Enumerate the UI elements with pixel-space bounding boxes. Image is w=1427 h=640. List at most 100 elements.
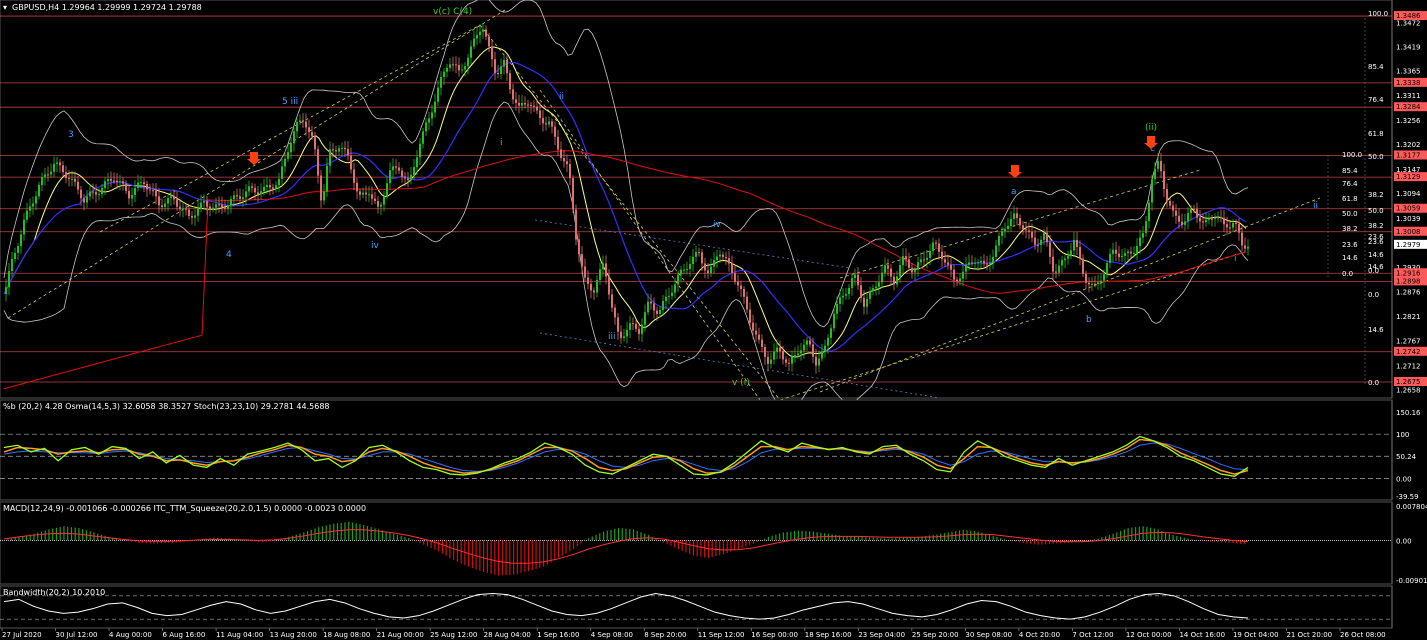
candle-body (1199, 217, 1201, 222)
candle-body (623, 336, 625, 338)
candle-body (1112, 249, 1114, 254)
candle-body (1196, 209, 1198, 218)
candle-body (287, 152, 289, 159)
candle-body (1160, 161, 1162, 172)
candle-body (20, 234, 22, 247)
candle-body (620, 331, 622, 338)
candle-body (911, 267, 913, 273)
candle-body (221, 204, 223, 207)
candle-body (1073, 239, 1075, 251)
candle-body (791, 356, 793, 364)
candle-body (920, 259, 922, 263)
candle-body (1091, 283, 1093, 285)
macd-tick-label: 0.00 (1396, 537, 1412, 545)
candle-body (1001, 231, 1003, 236)
wave-label: i (1234, 254, 1237, 264)
bandwidth-panel[interactable]: Bandwidth(20,2) 10.2010 (0, 585, 1393, 629)
candle-body (23, 219, 25, 235)
collapse-triangle-icon[interactable]: ▾ (3, 3, 7, 12)
main-header: GBPUSD,H4 1.29964 1.29999 1.29724 1.2978… (12, 3, 202, 12)
candle-body (161, 205, 163, 207)
fib-level-label: 14.6 (1368, 251, 1384, 259)
candle-body (29, 206, 31, 211)
price-axis[interactable]: 1.3472 1.3419 1.3365 1.3311 1.3256 1.3202 1.31… (1391, 0, 1427, 398)
candle-body (356, 182, 358, 192)
time-tick-label: 8 Sep 20:00 (644, 631, 686, 639)
time-tick-label: 21 Oct 20:00 (1286, 631, 1332, 639)
candle-body (1097, 282, 1099, 284)
fib-level-label: 100.0 (1368, 10, 1388, 18)
candle-body (1100, 280, 1102, 283)
candle-body (239, 196, 241, 199)
candle-body (1226, 224, 1228, 228)
stoch-header: %b (20,2) 4.28 Osma(14,5,3) 32.6058 38.3… (3, 402, 330, 411)
candle-body (686, 269, 688, 271)
candle-body (377, 200, 379, 207)
candle-body (1202, 221, 1204, 223)
candle-body (437, 87, 439, 102)
candle-body (119, 181, 121, 183)
candle-body (1034, 237, 1036, 245)
price-tick-label: 1.3094 (1396, 190, 1421, 198)
candle-body (278, 178, 280, 186)
macd-panel[interactable]: 0.007804 0.00 -0.009012 MACD(12,24,9) -0.0… (0, 501, 1427, 585)
wave-label: a (1011, 187, 1017, 197)
candle-body (284, 158, 286, 167)
candle-body (1052, 256, 1054, 272)
candle-body (503, 59, 505, 67)
candle-body (818, 358, 820, 366)
candle-body (455, 64, 457, 66)
candle-body (434, 101, 436, 113)
candle-body (389, 170, 391, 184)
time-tick-label: 23 Sep 04:00 (858, 631, 905, 639)
candle-body (1169, 201, 1171, 206)
stochastic-panel[interactable]: 150.16 100 50.24 0.00 -39.59 %b (20,2) 4.28 … (0, 399, 1421, 501)
candle-body (1010, 218, 1012, 226)
candle-body (50, 171, 52, 175)
candle-body (932, 242, 934, 251)
candle-body (1082, 258, 1084, 274)
candle-body (866, 298, 868, 307)
candle-body (743, 289, 745, 297)
candle-body (1061, 260, 1063, 266)
candle-body (1229, 227, 1231, 229)
candle-body (311, 132, 313, 137)
candle-body (1214, 217, 1216, 219)
candle-body (488, 36, 490, 47)
time-tick-label: 19 Oct 04:00 (1233, 631, 1279, 639)
candle-body (1172, 205, 1174, 211)
candle-body (374, 198, 376, 201)
candle-body (845, 294, 847, 296)
candle-body (419, 143, 421, 158)
candle-body (1127, 251, 1129, 254)
candle-body (578, 239, 580, 255)
candle-body (143, 182, 145, 185)
candle-body (407, 178, 409, 181)
candle-body (1163, 171, 1165, 189)
candle-body (275, 185, 277, 189)
candle-body (602, 263, 604, 270)
candle-body (1004, 228, 1006, 232)
candle-body (761, 339, 763, 347)
candle-body (995, 245, 997, 257)
time-axis[interactable]: 27 Jul 2020 30 Jul 12:00 4 Aug 00:00 6 Aug … (1, 628, 1386, 639)
candle-body (986, 263, 988, 265)
candle-body (842, 295, 844, 298)
candle-body (863, 297, 865, 307)
candle-body (1076, 239, 1078, 247)
candle-body (461, 69, 463, 71)
main-price-panel[interactable]: 100.0 85.4 76.4 61.8 50.0 38.2 23.6 14.6 0.0 14.6… (0, 0, 1427, 410)
candle-body (938, 243, 940, 252)
candle-body (83, 198, 85, 203)
candle-body (209, 206, 211, 210)
candle-body (674, 284, 676, 293)
candle-body (971, 262, 973, 264)
candle-body (929, 250, 931, 258)
candle-body (683, 269, 685, 271)
price-tag-label: 1.3129 (1396, 173, 1421, 181)
candle-body (26, 210, 28, 220)
candle-body (107, 179, 109, 182)
candle-body (425, 122, 427, 132)
candle-body (656, 310, 658, 314)
candle-body (764, 346, 766, 357)
